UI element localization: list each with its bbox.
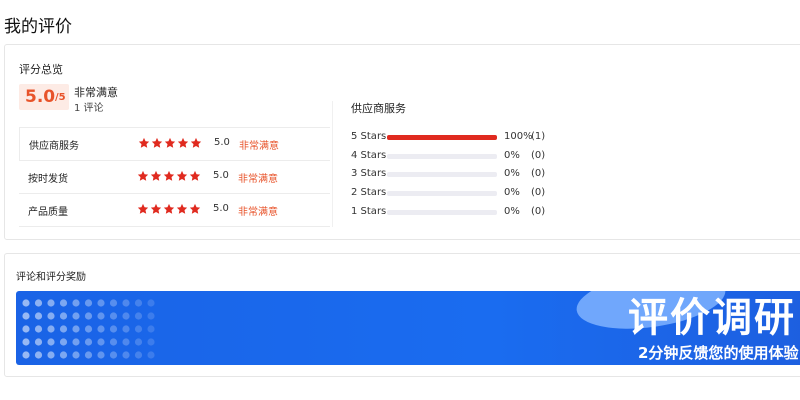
rating-row-score: 5.0 — [214, 137, 230, 148]
banner-title: 评价调研 — [628, 295, 796, 341]
rating-table: 供应商服务 5.0 非常满意 按时发货 5.0 非常满意 产品质量 5.0 非常… — [19, 127, 330, 227]
page-title: 我的评价 — [4, 17, 72, 37]
rating-row-score: 5.0 — [213, 203, 229, 214]
rating-row: 供应商服务 5.0 非常满意 — [19, 128, 330, 161]
rating-row-name: 产品质量 — [28, 207, 68, 218]
distribution-title: 供应商服务 — [351, 102, 406, 115]
star-rating — [138, 137, 202, 151]
rating-row-level: 非常满意 — [238, 174, 278, 185]
distribution-bar — [387, 172, 497, 177]
distribution-row: 5 Stars 100% (1) — [351, 131, 571, 145]
rating-row: 产品质量 5.0 非常满意 — [19, 194, 330, 227]
star-icon — [163, 203, 175, 214]
distribution-bar — [387, 191, 497, 196]
distribution-count: (0) — [531, 150, 546, 161]
distribution-bar — [387, 210, 497, 215]
overall-level: 非常满意 — [74, 86, 118, 99]
banner-subtitle: 2分钟反馈您的使用体验 — [638, 344, 799, 362]
star-icon — [177, 137, 189, 148]
distribution-count: (1) — [531, 131, 546, 142]
overall-score-unit: /5 — [55, 92, 66, 103]
survey-banner[interactable]: 评价调研 2分钟反馈您的使用体验 — [16, 291, 800, 365]
overall-score-badge: 5.0 /5 — [19, 84, 69, 110]
star-icon — [176, 170, 188, 181]
dot-pattern-decoration — [22, 299, 155, 359]
rating-row-score: 5.0 — [213, 170, 229, 181]
star-rating — [137, 203, 201, 217]
star-icon — [137, 170, 149, 181]
rewards-card: 评论和评分奖励 评价调研 2分钟反馈您的使用体验 — [4, 253, 800, 377]
distribution-count: (0) — [531, 187, 546, 198]
column-divider — [332, 101, 333, 227]
distribution-percent: 0% — [504, 150, 520, 161]
star-icon — [190, 137, 202, 148]
star-icon — [151, 137, 163, 148]
distribution-label: 3 Stars — [351, 168, 387, 179]
rating-summary-card: 评分总览 5.0 /5 非常满意 1 评论 供应商服务 5.0 非常满意 按时发… — [4, 44, 800, 240]
distribution-percent: 0% — [504, 168, 520, 179]
distribution-label: 2 Stars — [351, 187, 387, 198]
star-rating — [137, 170, 201, 184]
summary-title: 评分总览 — [19, 63, 63, 76]
overall-score: 5.0 — [25, 87, 56, 107]
star-icon — [137, 203, 149, 214]
distribution-row: 2 Stars 0% (0) — [351, 187, 571, 201]
star-icon — [163, 170, 175, 181]
distribution-label: 4 Stars — [351, 150, 387, 161]
distribution-label: 5 Stars — [351, 131, 387, 142]
distribution-count: (0) — [531, 168, 546, 179]
distribution-percent: 0% — [504, 206, 520, 217]
rating-row-name: 按时发货 — [28, 174, 68, 185]
distribution-bar — [387, 154, 497, 159]
distribution-row: 3 Stars 0% (0) — [351, 168, 571, 182]
rating-row: 按时发货 5.0 非常满意 — [19, 161, 330, 194]
review-count: 1 评论 — [74, 103, 104, 114]
rating-row-level: 非常满意 — [239, 141, 279, 152]
star-icon — [164, 137, 176, 148]
distribution-bar — [387, 135, 497, 140]
star-icon — [150, 203, 162, 214]
rating-row-level: 非常满意 — [238, 207, 278, 218]
distribution-count: (0) — [531, 206, 546, 217]
distribution-percent: 100% — [504, 131, 533, 142]
star-icon — [138, 137, 150, 148]
star-icon — [176, 203, 188, 214]
star-icon — [150, 170, 162, 181]
rating-row-name: 供应商服务 — [29, 141, 79, 152]
distribution-row: 4 Stars 0% (0) — [351, 150, 571, 164]
star-icon — [189, 170, 201, 181]
distribution-percent: 0% — [504, 187, 520, 198]
distribution-label: 1 Stars — [351, 206, 387, 217]
star-icon — [189, 203, 201, 214]
distribution-row: 1 Stars 0% (0) — [351, 206, 571, 220]
distribution-bar-fill — [387, 135, 497, 140]
rewards-title: 评论和评分奖励 — [16, 272, 86, 283]
